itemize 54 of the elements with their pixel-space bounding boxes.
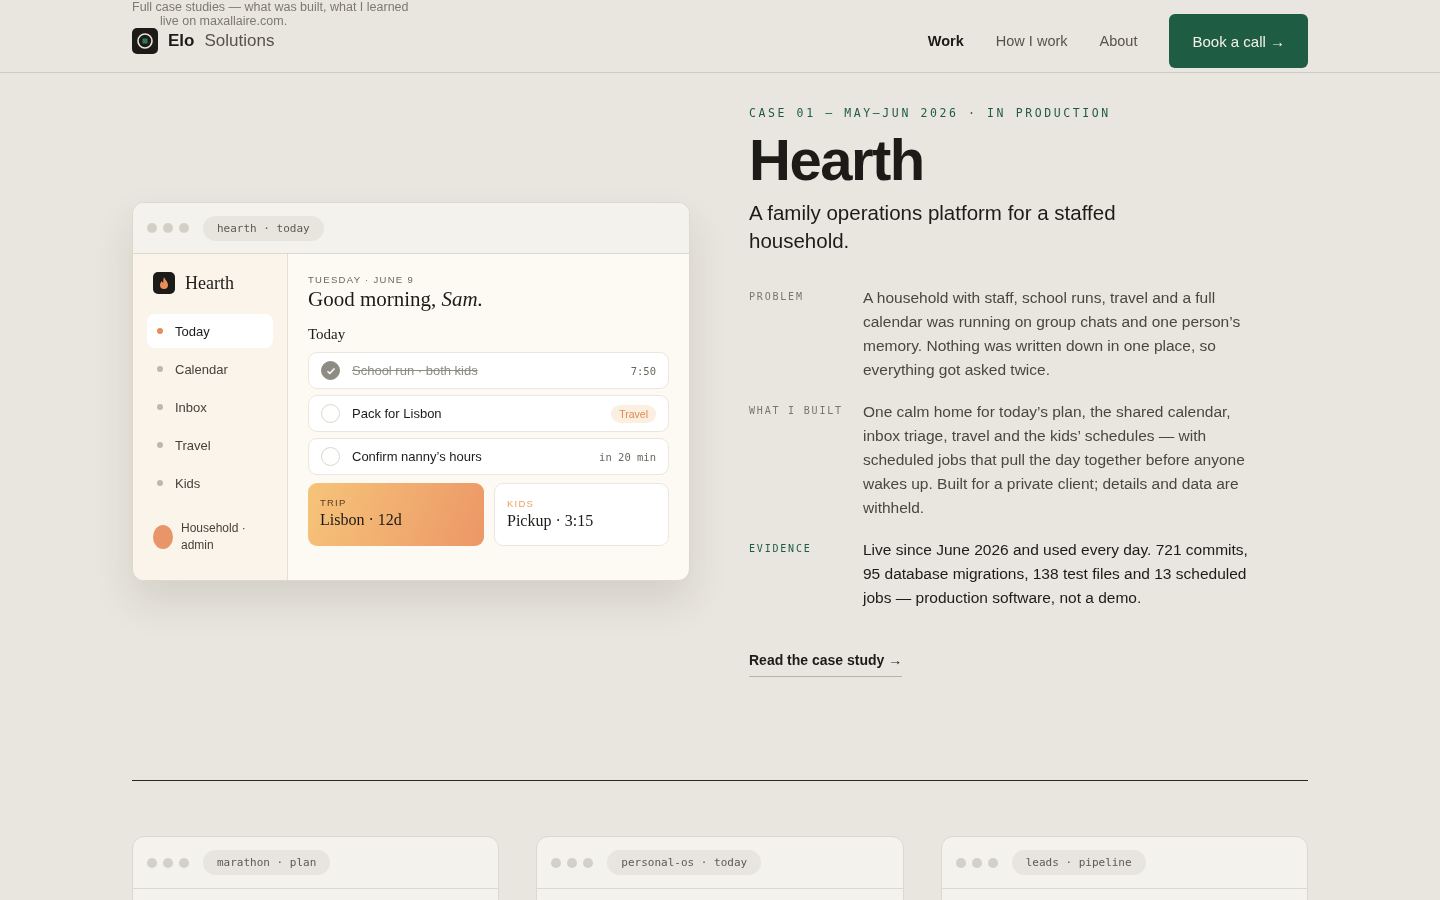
avatar: [153, 525, 173, 550]
sidebar-item[interactable]: Today: [147, 314, 273, 348]
address-pill: leads · pipeline: [1011, 850, 1146, 875]
sidebar-item[interactable]: Inbox: [147, 390, 273, 424]
card-label: KIDS: [507, 498, 535, 509]
book-call-button[interactable]: Book a call →: [1169, 14, 1308, 68]
task-row[interactable]: School run · both kids 7:50: [308, 352, 669, 389]
nav-link[interactable]: How I work: [995, 33, 1068, 49]
task-row[interactable]: Pack for Lisbon Travel: [308, 395, 669, 432]
case-eyebrow: CASE 01 — MAY–JUN 2026 · IN PRODUCTION: [749, 105, 1112, 120]
section-heading: Today: [308, 326, 347, 343]
task-tag: Travel: [611, 404, 656, 423]
task-time: in 20 min: [599, 450, 656, 463]
date-label: TUESDAY · JUNE 9: [308, 274, 415, 285]
nav-link[interactable]: Work: [927, 33, 964, 49]
checkmark-icon: [325, 365, 336, 376]
window-dots-icon: [147, 857, 189, 868]
task-time: 7:50: [630, 364, 656, 377]
brand-name: Elo: [168, 31, 195, 51]
app-name: Hearth: [185, 272, 234, 294]
card-label: TRIP: [320, 497, 348, 508]
fact-label: WHAT I BUILT: [749, 404, 844, 419]
task-row[interactable]: Confirm nanny’s hours in 20 min: [308, 438, 669, 475]
fact-label: EVIDENCE: [749, 542, 813, 557]
task-label: Confirm nanny’s hours: [352, 449, 483, 464]
user-name: Household · admin: [181, 520, 247, 554]
greeting: Good morning, Sam.: [308, 287, 484, 312]
task-label: School run · both kids: [352, 363, 479, 378]
faded-text: Full case studies — what was built, what I learned: [132, 0, 409, 14]
case-study-link[interactable]: Read the case study →: [749, 652, 903, 678]
address-pill: personal-os · today: [607, 850, 762, 875]
sidebar-item[interactable]: Calendar: [147, 352, 273, 386]
card-value: Lisbon · 12d: [320, 511, 403, 529]
faded-text: live on maxallaire.com.: [160, 14, 288, 28]
nav-link[interactable]: About: [1099, 33, 1138, 49]
fact-text: One calm home for today’s plan, the shared calendar, inbox triage, travel and the kids’ schedules — with scheduled jobs that pull the day together before anyone wakes up. Built for a private client; details and data are withheld.: [863, 402, 1246, 519]
window-dots-icon: [147, 223, 189, 233]
sidebar-item[interactable]: Travel: [147, 428, 273, 462]
logo-icon: [132, 28, 158, 54]
fact-text: A household with staff, school runs, travel and a full calendar was running on group chats and one person’s memory. Nothing was written down in one place, so everything got asked twice.: [863, 288, 1242, 381]
card-value: Pickup · 3:15: [507, 512, 595, 530]
address-pill: marathon · plan: [203, 850, 331, 875]
window-dots-icon: [955, 857, 998, 868]
address-pill: hearth · today: [203, 215, 324, 241]
brand-suffix: Solutions: [204, 31, 275, 51]
fact-text: Live since June 2026 and used every day. 721 commits, 95 database migrations, 138 test files and 13 scheduled jobs — production software, not a demo.: [863, 540, 1249, 609]
fact-label: PROBLEM: [749, 290, 805, 305]
sidebar-item[interactable]: Kids: [147, 466, 273, 500]
task-label: Pack for Lisbon: [352, 406, 443, 421]
case-subtitle: A family operations platform for a staffed household.: [749, 199, 1117, 255]
task-checkbox[interactable]: [321, 361, 340, 380]
window-dots-icon: [551, 857, 594, 868]
case-title: Hearth: [749, 129, 925, 191]
flame-icon: [153, 272, 175, 294]
